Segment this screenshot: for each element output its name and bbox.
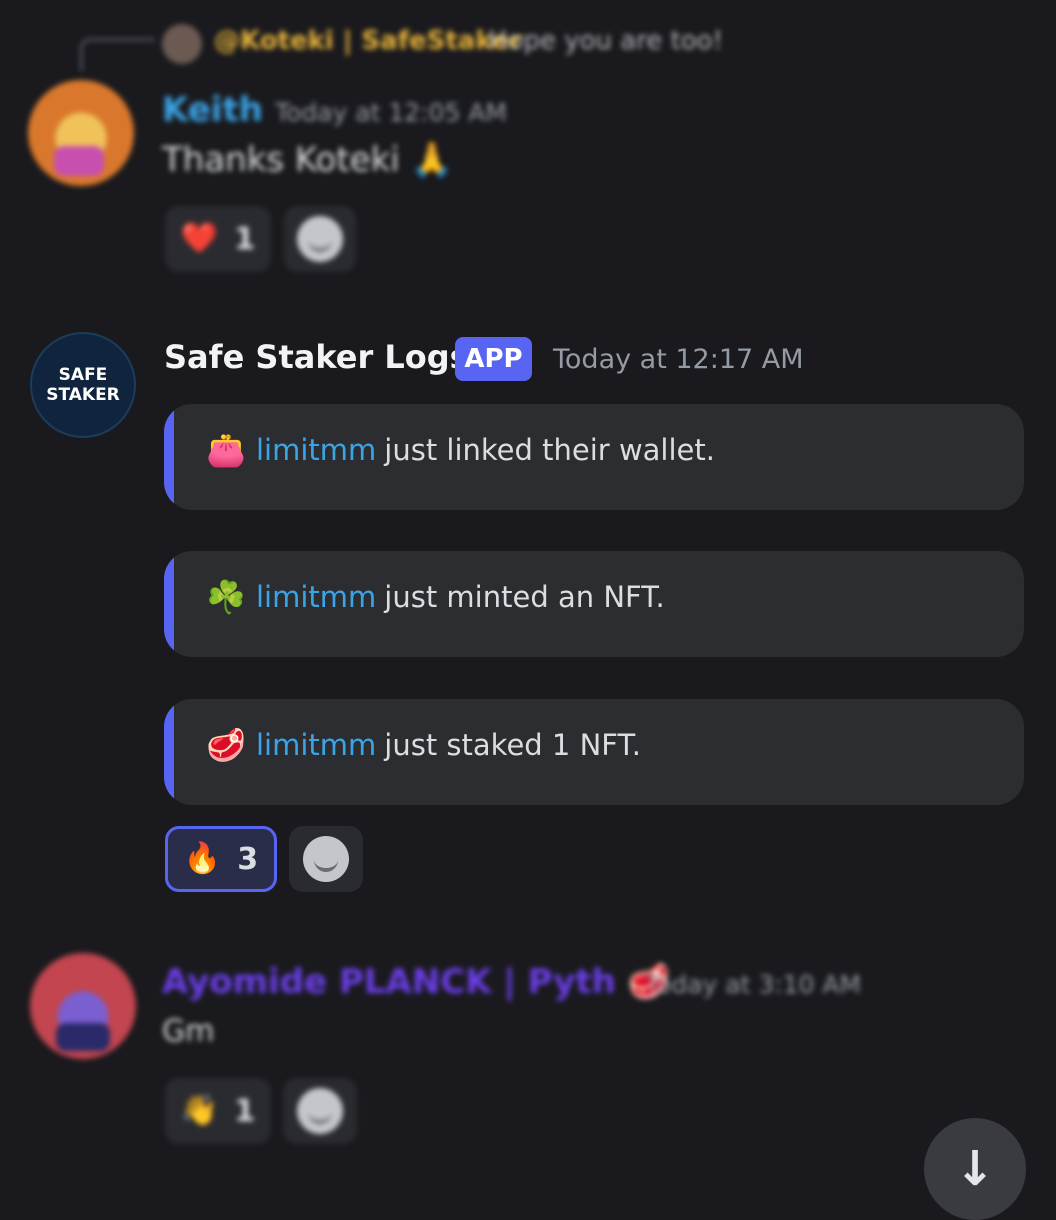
jump-to-bottom-button[interactable]: ↓: [924, 1118, 1026, 1220]
user-mention[interactable]: limitmm: [256, 580, 376, 614]
embed-line: 👛 limitmm just linked their wallet.: [204, 428, 715, 472]
avatar[interactable]: SAFE STAKER: [30, 332, 136, 438]
message-timestamp: Today at 12:17 AM: [553, 344, 804, 375]
reply-text: Hope you are too!: [488, 26, 724, 56]
avatar[interactable]: [28, 80, 134, 186]
app-badge: APP: [455, 337, 532, 381]
embed-card: 🥩 limitmm just staked 1 NFT.: [164, 699, 1024, 805]
arrow-down-icon: ↓: [954, 1141, 996, 1197]
reply-author[interactable]: @Koteki | SafeStaker: [214, 26, 522, 56]
shamrock-icon: ☘️: [206, 578, 246, 616]
reaction-count: 3: [237, 841, 259, 877]
smiley-icon: [297, 1088, 343, 1134]
message-text-content: Thanks Koteki: [162, 140, 400, 180]
reaction-count: 1: [234, 221, 256, 257]
message-author[interactable]: Ayomide PLANCK | Pyth 🥩: [162, 962, 670, 1002]
message-timestamp: Today at 12:05 AM: [275, 98, 507, 127]
smiley-icon: [303, 836, 349, 882]
author-name: Ayomide PLANCK | Pyth: [162, 962, 616, 1002]
smiley-icon: [297, 216, 343, 262]
message-author[interactable]: Keith: [162, 90, 263, 130]
message-author[interactable]: Safe Staker Logs: [164, 338, 469, 376]
pray-hands-icon: 🙏: [410, 140, 453, 180]
embed-text: just staked 1 NFT.: [384, 728, 641, 762]
user-mention[interactable]: limitmm: [256, 433, 376, 467]
embed-text: just minted an NFT.: [384, 580, 665, 614]
message-text: Thanks Koteki 🙏: [162, 140, 453, 180]
embed-line: 🥩 limitmm just staked 1 NFT.: [204, 723, 641, 767]
message-text: Gm: [162, 1014, 215, 1049]
embed-line: ☘️ limitmm just minted an NFT.: [204, 575, 665, 619]
avatar-logo-text-2: STAKER: [46, 385, 120, 405]
reaction-count: 1: [234, 1093, 256, 1129]
steak-icon: 🥩: [206, 726, 246, 764]
embed-card: 👛 limitmm just linked their wallet.: [164, 404, 1024, 510]
reaction-button[interactable]: 👋 1: [165, 1078, 271, 1144]
add-reaction-button[interactable]: [284, 206, 356, 272]
fire-icon: 🔥: [183, 841, 222, 876]
add-reaction-button[interactable]: [289, 826, 363, 892]
reply-avatar: [162, 24, 202, 64]
avatar[interactable]: [30, 953, 136, 1059]
wave-hand-icon: 👋: [180, 1093, 219, 1128]
reply-connector: [80, 38, 155, 71]
purse-icon: 👛: [206, 431, 246, 469]
embed-card: ☘️ limitmm just minted an NFT.: [164, 551, 1024, 657]
reaction-button[interactable]: 🔥 3: [165, 826, 277, 892]
user-mention[interactable]: limitmm: [256, 728, 376, 762]
message-timestamp: Today at 3:10 AM: [645, 970, 862, 999]
heart-icon: ❤️: [180, 221, 219, 256]
reaction-button[interactable]: ❤️ 1: [165, 206, 271, 272]
avatar-logo-text-1: SAFE: [58, 365, 108, 385]
add-reaction-button[interactable]: [283, 1078, 357, 1144]
embed-text: just linked their wallet.: [384, 433, 715, 467]
